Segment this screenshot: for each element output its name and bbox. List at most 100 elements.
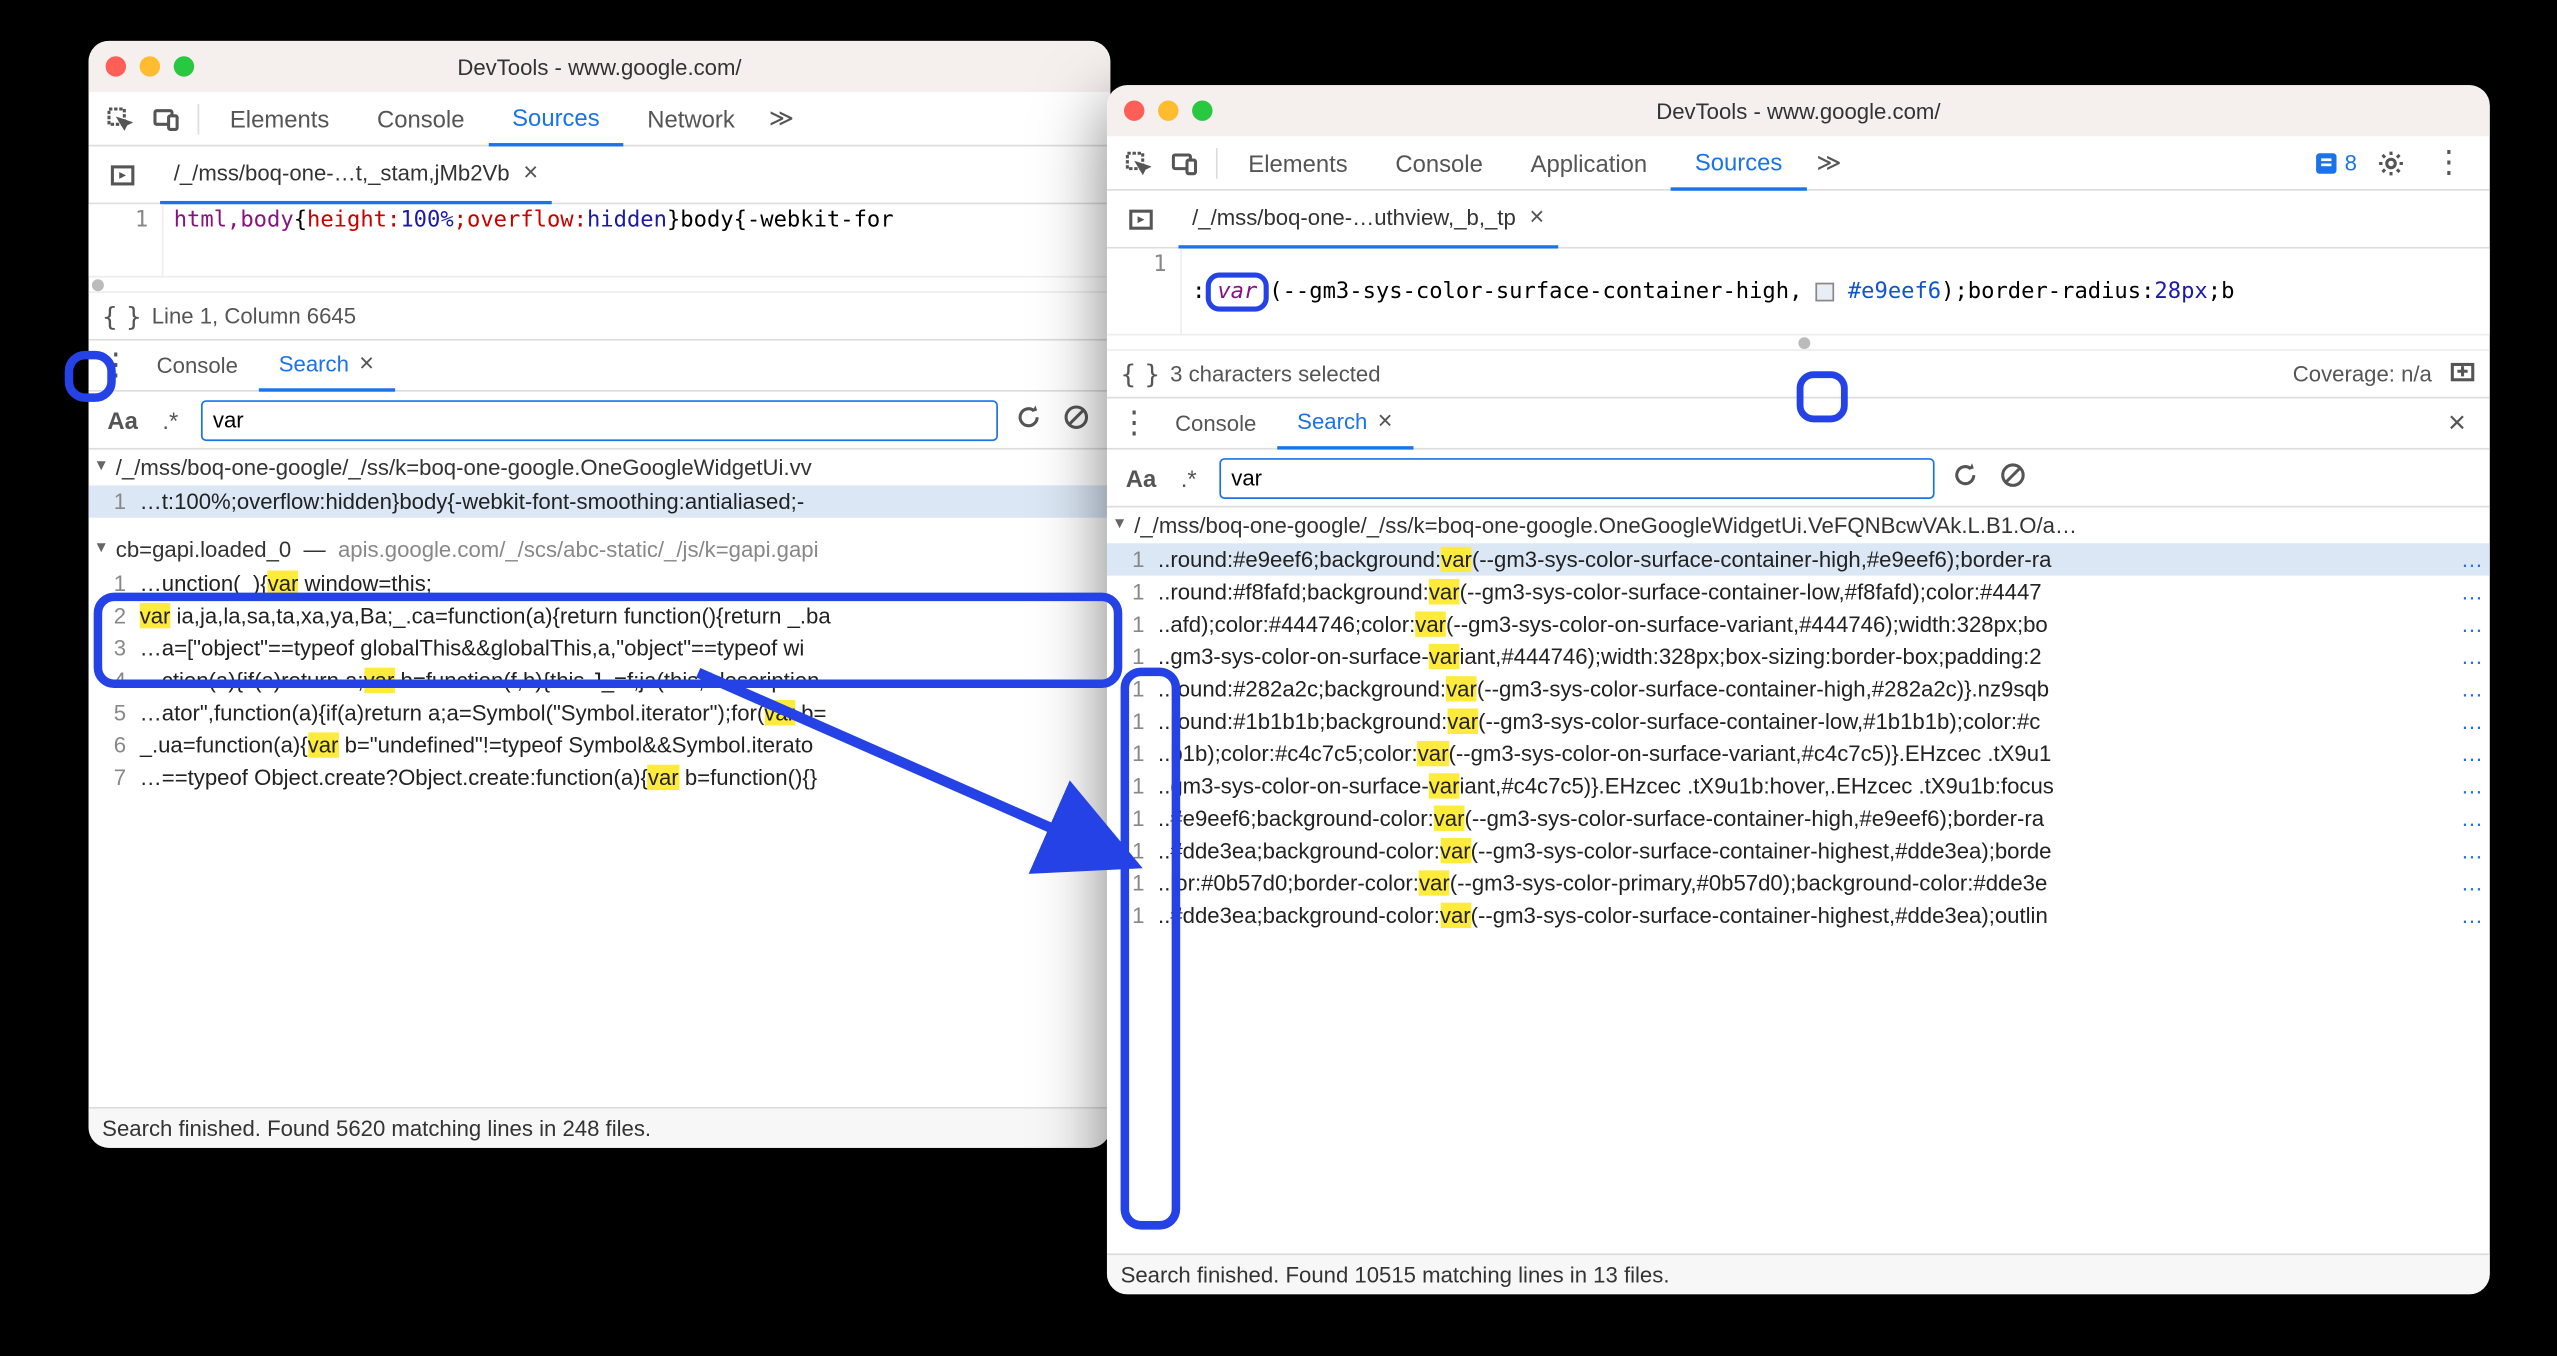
search-input[interactable]: [201, 399, 998, 440]
result-line[interactable]: 1..#e9eef6;background-color:var(--gm3-sy…: [1107, 802, 2490, 834]
result-line[interactable]: 1..round:#e9eef6;background:var(--gm3-sy…: [1107, 543, 2490, 575]
result-line-number: 2: [89, 603, 140, 629]
device-toggle-icon[interactable]: [143, 95, 191, 143]
tab-console[interactable]: Console: [1372, 135, 1507, 189]
issues-badge[interactable]: 8: [2311, 147, 2357, 178]
match-case-icon[interactable]: Aa: [106, 406, 140, 433]
search-results[interactable]: /_/mss/boq-one-google/_/ss/k=boq-one-goo…: [89, 450, 1111, 1107]
ellipsis-icon: …: [2454, 806, 2490, 832]
result-line-number: 7: [89, 765, 140, 791]
result-line-number: 1: [1107, 741, 1158, 767]
refresh-icon[interactable]: [1948, 462, 1982, 494]
result-line[interactable]: 1…unction(_){var window=this;: [89, 567, 1111, 599]
ellipsis-icon: …: [2454, 741, 2490, 767]
result-line-text: var ia,ja,la,sa,ta,xa,ya,Ba;_.ca=functio…: [140, 603, 1111, 629]
close-drawer-tab-icon[interactable]: ×: [359, 349, 374, 378]
result-line[interactable]: 1..#dde3ea;background-color:var(--gm3-sy…: [1107, 899, 2490, 931]
result-line[interactable]: 7…==typeof Object.create?Object.create:f…: [89, 761, 1111, 793]
result-line[interactable]: 5…ator",function(a){if(a)return a;a=Symb…: [89, 697, 1111, 729]
search-input[interactable]: [1219, 457, 1934, 498]
inspect-icon[interactable]: [1114, 139, 1162, 187]
line-gutter: 1: [1107, 249, 1182, 334]
result-file-header[interactable]: cb=gapi.loaded_0 — apis.google.com/_/scs…: [89, 531, 1111, 567]
result-line[interactable]: 1..lor:#0b57d0;border-color:var(--gm3-sy…: [1107, 867, 2490, 899]
drawer-menu-icon[interactable]: ⋮: [95, 347, 136, 383]
drawer-tab-search[interactable]: Search ×: [1277, 398, 1413, 449]
result-line-number: 6: [89, 732, 140, 758]
settings-icon[interactable]: [2367, 139, 2415, 187]
code-editor[interactable]: 1 html,body{height:100%;overflow:hidden}…: [89, 204, 1111, 276]
result-line[interactable]: 1..b1b);color:#c4c7c5;color:var(--gm3-sy…: [1107, 737, 2490, 769]
tab-console[interactable]: Console: [353, 91, 488, 145]
result-line[interactable]: 4…ction(a){if(a)return a;var b=function(…: [89, 664, 1111, 696]
match-case-icon[interactable]: Aa: [1124, 464, 1158, 491]
drawer-tab-search[interactable]: Search ×: [258, 340, 394, 391]
drawer-tab-console[interactable]: Console: [1155, 398, 1277, 449]
tab-sources[interactable]: Sources: [488, 91, 623, 145]
result-line[interactable]: 2var ia,ja,la,sa,ta,xa,ya,Ba;_.ca=functi…: [89, 599, 1111, 631]
drawer-menu-icon[interactable]: ⋮: [1114, 405, 1155, 441]
regex-icon[interactable]: .*: [1172, 464, 1206, 491]
tab-application[interactable]: Application: [1507, 135, 1671, 189]
result-line-number: 1: [89, 571, 140, 597]
result-file-header[interactable]: /_/mss/boq-one-google/_/ss/k=boq-one-goo…: [89, 450, 1111, 486]
file-tab[interactable]: /_/mss/boq-one-…uthview,_b,_tp ×: [1178, 190, 1557, 248]
minimap[interactable]: [89, 276, 1111, 293]
close-drawer-tab-icon[interactable]: ×: [1378, 407, 1393, 436]
result-line[interactable]: 1..#dde3ea;background-color:var(--gm3-sy…: [1107, 834, 2490, 866]
file-tab-label: /_/mss/boq-one-…t,_stam,jMb2Vb: [174, 160, 510, 186]
drawer-tabs: ⋮ Console Search ×: [89, 341, 1111, 392]
tab-elements[interactable]: Elements: [1224, 135, 1371, 189]
result-line-text: ..gm3-sys-color-on-surface-variant,#4447…: [1158, 644, 2454, 670]
result-line-text: _.ua=function(a){var b="undefined"!=type…: [140, 732, 1111, 758]
result-line[interactable]: 3…a=["object"==typeof globalThis&&global…: [89, 632, 1111, 664]
show-navigator-icon[interactable]: [99, 151, 147, 199]
result-line[interactable]: 1..round:#f8fafd;background:var(--gm3-sy…: [1107, 576, 2490, 608]
result-line[interactable]: 1..afd);color:#444746;color:var(--gm3-sy…: [1107, 608, 2490, 640]
close-tab-icon[interactable]: ×: [1529, 203, 1544, 232]
code-editor[interactable]: 1 :var(--gm3-sys-color-surface-container…: [1107, 249, 2490, 334]
minimap[interactable]: [1107, 334, 2490, 351]
result-line-number: 1: [1107, 773, 1158, 799]
minimap-marker: [92, 279, 104, 291]
tab-network[interactable]: Network: [623, 91, 758, 145]
code-line[interactable]: html,body{height:100%;overflow:hidden}bo…: [163, 204, 903, 276]
result-line-number: 1: [1107, 676, 1158, 702]
more-menu-icon[interactable]: ⋮: [2425, 139, 2473, 187]
refresh-icon[interactable]: [1012, 404, 1046, 436]
close-drawer-icon[interactable]: ×: [2431, 405, 2483, 441]
result-line-text: …a=["object"==typeof globalThis&&globalT…: [140, 635, 1111, 661]
result-line[interactable]: 1..gm3-sys-color-on-surface-variant,#c4c…: [1107, 770, 2490, 802]
drawer-tab-console[interactable]: Console: [136, 340, 258, 391]
result-line[interactable]: 1..gm3-sys-color-on-surface-variant,#444…: [1107, 640, 2490, 672]
close-tab-icon[interactable]: ×: [523, 158, 538, 187]
line-gutter: 1: [89, 204, 164, 276]
show-navigator-icon[interactable]: [1117, 195, 1165, 243]
titlebar: DevTools - www.google.com/: [89, 41, 1111, 92]
tab-sources[interactable]: Sources: [1671, 135, 1806, 189]
device-toggle-icon[interactable]: [1161, 139, 1209, 187]
code-line[interactable]: :var(--gm3-sys-color-surface-container-h…: [1182, 249, 2245, 334]
coverage-status: Coverage: n/a: [2293, 361, 2432, 387]
pretty-print-icon[interactable]: { }: [1121, 358, 1157, 389]
search-results[interactable]: /_/mss/boq-one-google/_/ss/k=boq-one-goo…: [1107, 507, 2490, 1253]
coverage-icon[interactable]: [2449, 358, 2476, 390]
tab-overflow[interactable]: ≫: [1806, 135, 1851, 189]
clear-icon[interactable]: [1059, 404, 1093, 436]
result-file-header[interactable]: /_/mss/boq-one-google/_/ss/k=boq-one-goo…: [1107, 507, 2490, 543]
result-line[interactable]: 1..round:#1b1b1b;background:var(--gm3-sy…: [1107, 705, 2490, 737]
result-line[interactable]: 1..round:#282a2c;background:var(--gm3-sy…: [1107, 673, 2490, 705]
inspect-icon[interactable]: [95, 95, 143, 143]
regex-icon[interactable]: .*: [153, 406, 187, 433]
file-tab[interactable]: /_/mss/boq-one-…t,_stam,jMb2Vb ×: [160, 146, 552, 204]
result-line[interactable]: 6_.ua=function(a){var b="undefined"!=typ…: [89, 729, 1111, 761]
tab-elements[interactable]: Elements: [206, 91, 353, 145]
drawer-tab-search-label: Search: [279, 351, 349, 377]
result-line-number: 3: [89, 635, 140, 661]
tab-overflow[interactable]: ≫: [759, 91, 804, 145]
result-line[interactable]: 1 …t:100%;overflow:hidden}body{-webkit-f…: [89, 485, 1111, 517]
clear-icon[interactable]: [1996, 462, 2030, 494]
color-swatch-icon[interactable]: [1816, 282, 1835, 301]
selection-highlight: var: [1205, 272, 1269, 311]
pretty-print-icon[interactable]: { }: [102, 301, 138, 332]
